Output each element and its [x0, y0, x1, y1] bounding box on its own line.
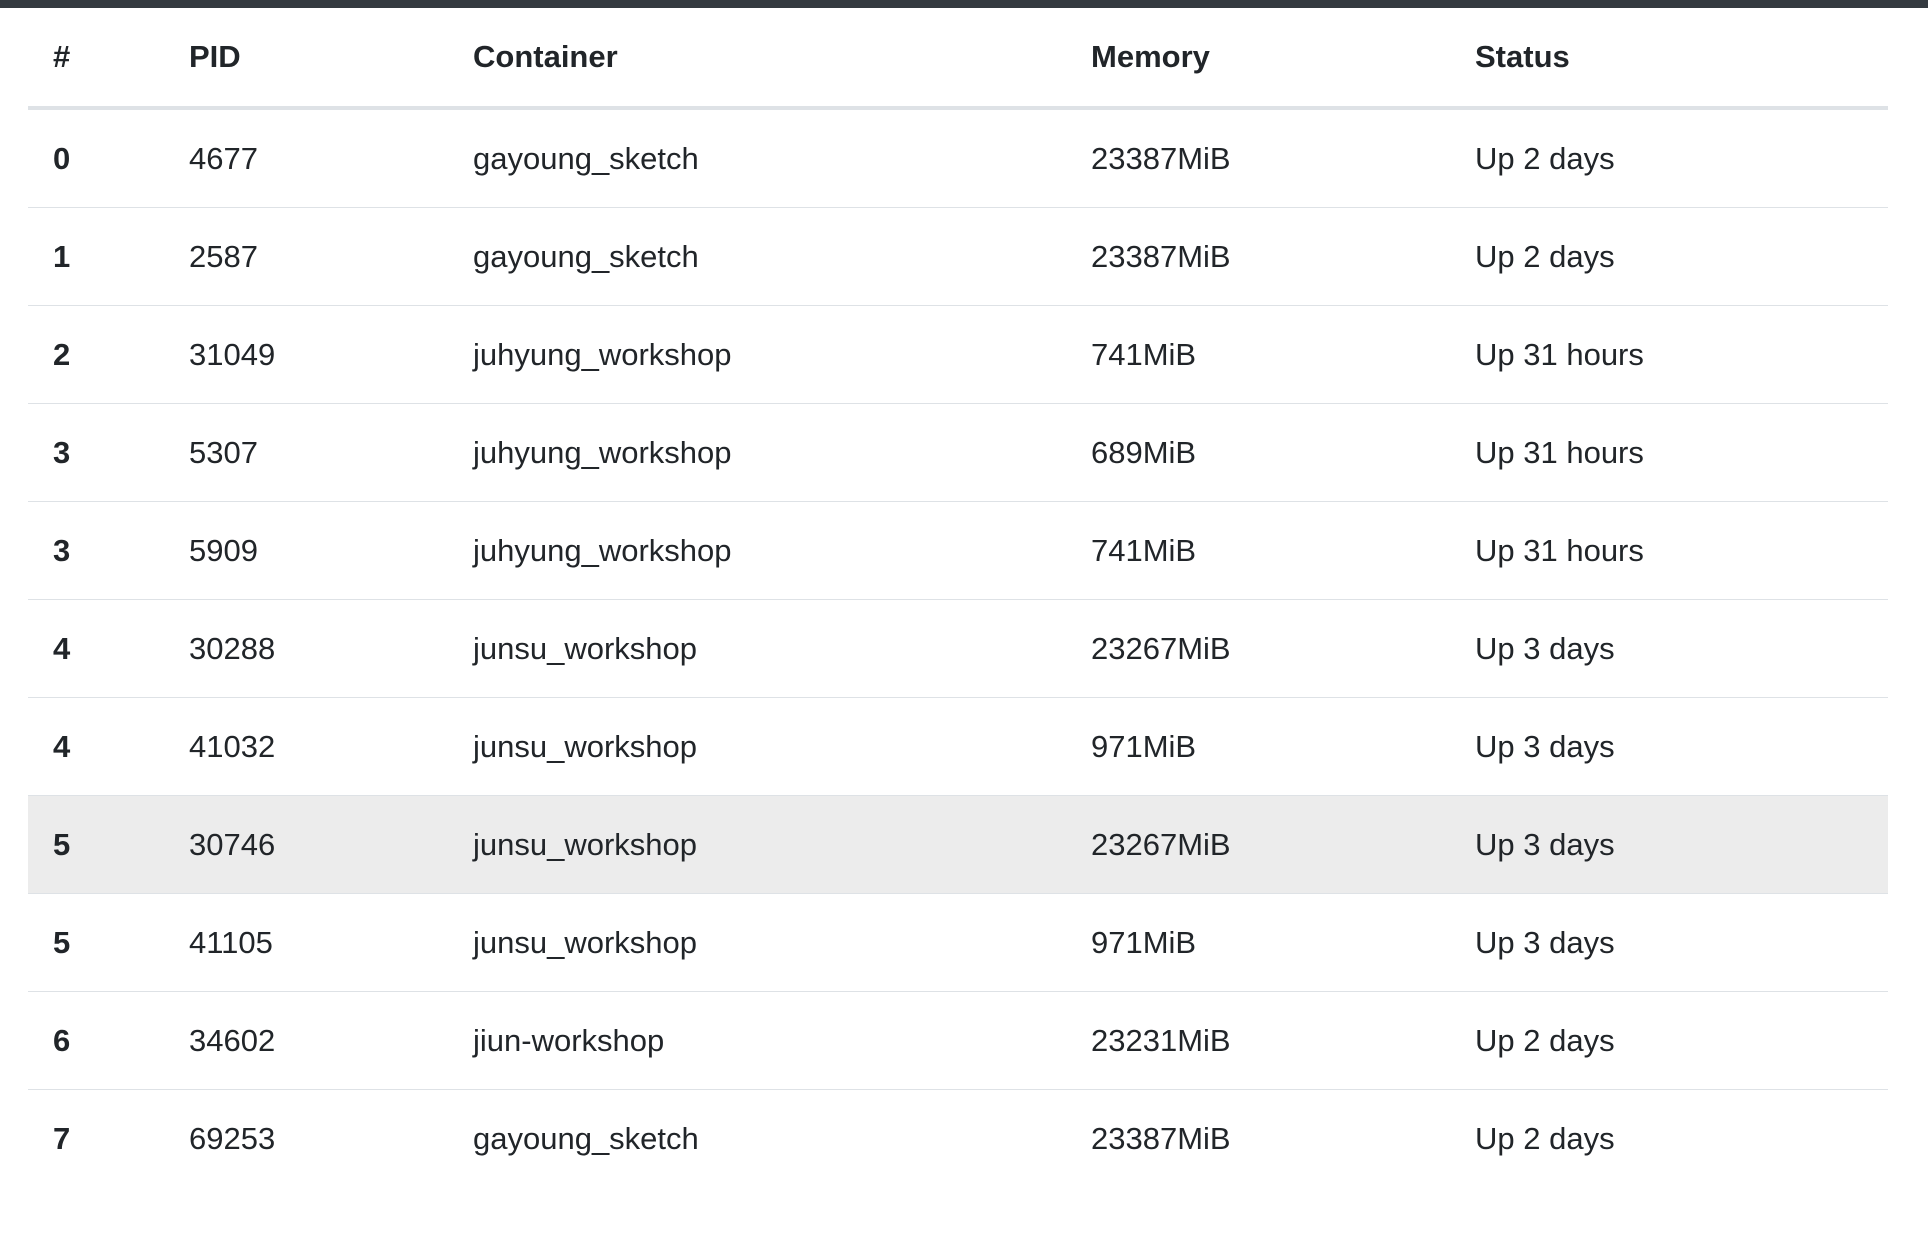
table-row[interactable]: 2 31049 juhyung_workshop 741MiB Up 31 ho…: [28, 305, 1888, 404]
process-table-container: # PID Container Memory Status 0 4677 gay…: [28, 8, 1888, 1187]
status-cell: Up 31 hours: [1450, 305, 1888, 404]
memory-cell: 23387MiB: [1091, 1120, 1231, 1156]
column-header-index[interactable]: #: [28, 8, 164, 110]
pid-cell: 30288: [164, 599, 448, 698]
table-row[interactable]: 4 30288 junsu_workshop 23267MiB Up 3 day…: [28, 599, 1888, 698]
table-row[interactable]: 4 41032 junsu_workshop 971MiB Up 3 days: [28, 697, 1888, 796]
column-header-container[interactable]: Container: [448, 8, 1066, 110]
status-cell: Up 2 days: [1450, 108, 1888, 208]
gpu-index-cell: 4: [28, 697, 164, 796]
table-row[interactable]: 5 41105 junsu_workshop 971MiB Up 3 days: [28, 893, 1888, 992]
container-cell: juhyung_workshop: [448, 501, 1066, 600]
gpu-index-cell: 1: [28, 207, 164, 306]
status-cell: Up 3 days: [1450, 795, 1888, 894]
pid-cell: 5909: [164, 501, 448, 600]
table-row[interactable]: 3 5307 juhyung_workshop 689MiB Up 31 hou…: [28, 403, 1888, 502]
status-cell: Up 3 days: [1450, 893, 1888, 992]
status-cell: Up 2 days: [1450, 991, 1888, 1090]
memory-cell: 971MiB: [1066, 893, 1450, 992]
memory-cell: 689MiB: [1066, 403, 1450, 502]
table-body: 0 4677 gayoung_sketch 23387MiB Up 2 days…: [28, 108, 1888, 1187]
status-cell: Up 3 days: [1450, 697, 1888, 796]
pid-cell: 4677: [164, 108, 448, 208]
container-cell: junsu_workshop: [448, 697, 1066, 796]
gpu-index-cell: 4: [28, 599, 164, 698]
memory-cell: 23231MiB: [1066, 991, 1450, 1090]
memory-cell: 741MiB: [1066, 305, 1450, 404]
container-cell: jiun-workshop: [448, 991, 1066, 1090]
gpu-index-cell: 3: [28, 501, 164, 600]
column-header-pid[interactable]: PID: [164, 8, 448, 110]
memory-cell: 23267MiB: [1066, 795, 1450, 894]
container-cell: juhyung_workshop: [448, 305, 1066, 404]
memory-cell: 23267MiB: [1066, 599, 1450, 698]
container-cell: gayoung_sketch: [448, 207, 1066, 306]
pid-cell: 5307: [164, 403, 448, 502]
process-table: # PID Container Memory Status 0 4677 gay…: [28, 8, 1888, 1187]
pid-cell: 2587: [164, 207, 448, 306]
gpu-index-cell: 7: [53, 1120, 71, 1156]
column-header-status[interactable]: Status: [1450, 8, 1888, 110]
table-row[interactable]: 1 2587 gayoung_sketch 23387MiB Up 2 days: [28, 207, 1888, 306]
status-cell: Up 3 days: [1450, 599, 1888, 698]
table-row[interactable]: 3 5909 juhyung_workshop 741MiB Up 31 hou…: [28, 501, 1888, 600]
gpu-index-cell: 6: [28, 991, 164, 1090]
container-cell: junsu_workshop: [448, 893, 1066, 992]
memory-cell: 971MiB: [1066, 697, 1450, 796]
container-cell: juhyung_workshop: [448, 403, 1066, 502]
table-header-row: # PID Container Memory Status: [28, 8, 1888, 110]
status-cell: Up 2 days: [1475, 1120, 1615, 1156]
table-header: # PID Container Memory Status: [28, 8, 1888, 110]
status-cell: Up 31 hours: [1450, 501, 1888, 600]
gpu-index-cell: 2: [28, 305, 164, 404]
table-row[interactable]: 6 34602 jiun-workshop 23231MiB Up 2 days: [28, 991, 1888, 1090]
memory-cell: 23387MiB: [1066, 108, 1450, 208]
container-cell: junsu_workshop: [448, 795, 1066, 894]
gpu-index-cell: 3: [28, 403, 164, 502]
pid-cell: 31049: [164, 305, 448, 404]
table-row[interactable]: 7 69253 gayoung_sketch 23387MiB Up 2 day…: [28, 1090, 1888, 1188]
pid-cell: 41105: [164, 893, 448, 992]
status-cell: Up 31 hours: [1450, 403, 1888, 502]
container-cell: gayoung_sketch: [448, 108, 1066, 208]
gpu-index-cell: 5: [28, 795, 164, 894]
status-cell: Up 2 days: [1450, 207, 1888, 306]
pid-cell: 34602: [164, 991, 448, 1090]
gpu-index-cell: 5: [28, 893, 164, 992]
pid-cell: 41032: [164, 697, 448, 796]
container-cell: junsu_workshop: [448, 599, 1066, 698]
gpu-index-cell: 0: [28, 108, 164, 208]
pid-cell: 69253: [189, 1120, 276, 1156]
pid-cell: 30746: [164, 795, 448, 894]
memory-cell: 741MiB: [1066, 501, 1450, 600]
top-navbar: [0, 0, 1928, 8]
column-header-memory[interactable]: Memory: [1066, 8, 1450, 110]
table-row-highlighted[interactable]: 5 30746 junsu_workshop 23267MiB Up 3 day…: [28, 795, 1888, 894]
container-cell: gayoung_sketch: [473, 1120, 699, 1156]
table-row[interactable]: 0 4677 gayoung_sketch 23387MiB Up 2 days: [28, 108, 1888, 208]
memory-cell: 23387MiB: [1066, 207, 1450, 306]
